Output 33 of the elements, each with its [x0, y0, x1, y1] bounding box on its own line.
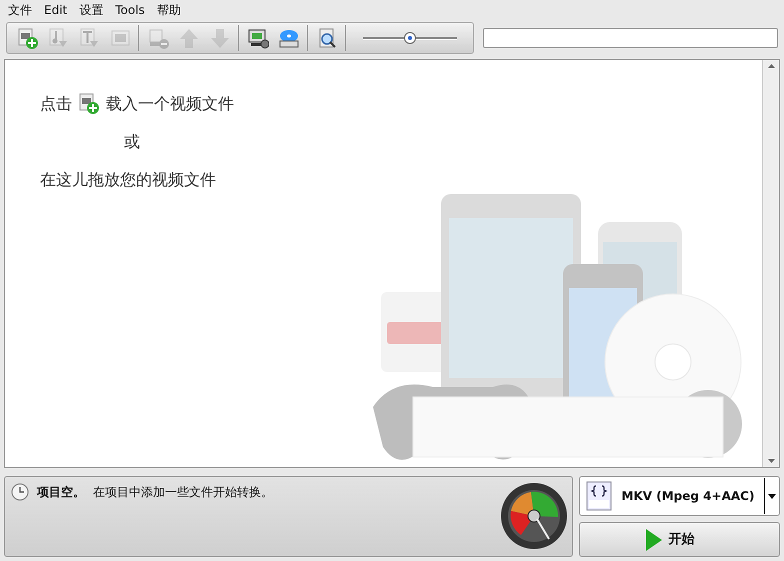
status-title: 项目空。 [37, 484, 85, 501]
play-icon [644, 528, 662, 552]
monitor-gear-icon [246, 27, 268, 49]
add-text-icon [78, 27, 100, 49]
zoom-slider[interactable] [363, 31, 457, 45]
menu-item[interactable]: 设置 [73, 0, 110, 20]
add-video-icon [78, 93, 100, 115]
drop-hint-text: 在这儿拖放您的视频文件 [40, 169, 217, 191]
gauge-icon [501, 481, 567, 551]
instruction-text: 点击 [40, 93, 72, 115]
remove-icon [146, 27, 168, 49]
up-arrow-icon [178, 27, 200, 49]
status-message: 在项目中添加一些文件开始转换。 [93, 484, 273, 501]
scroll-up-icon[interactable] [768, 64, 774, 68]
search-field[interactable] [483, 28, 778, 48]
menu-item[interactable]: 文件 [2, 0, 38, 20]
down-arrow-icon [208, 27, 230, 49]
add-audio-icon [46, 27, 68, 49]
slider-thumb[interactable] [404, 32, 416, 44]
mkv-file-icon [586, 481, 612, 511]
start-button[interactable]: 开始 [579, 522, 780, 557]
disc-icon [278, 27, 300, 49]
scroll-down-icon[interactable] [768, 459, 774, 463]
add-video-icon [16, 27, 38, 49]
format-dropdown[interactable]: MKV (Mpeg 4+AAC) [579, 476, 780, 516]
menu-item[interactable]: Edit [38, 0, 74, 20]
scrollbar[interactable] [762, 60, 779, 467]
instruction-text: 载入一个视频文件 [106, 93, 234, 115]
menu-item[interactable]: Tools [109, 0, 151, 20]
clock-icon [11, 483, 29, 501]
menu-item[interactable]: 帮助 [150, 0, 187, 20]
dropdown-caret-icon [768, 494, 776, 498]
or-text: 或 [124, 131, 141, 153]
